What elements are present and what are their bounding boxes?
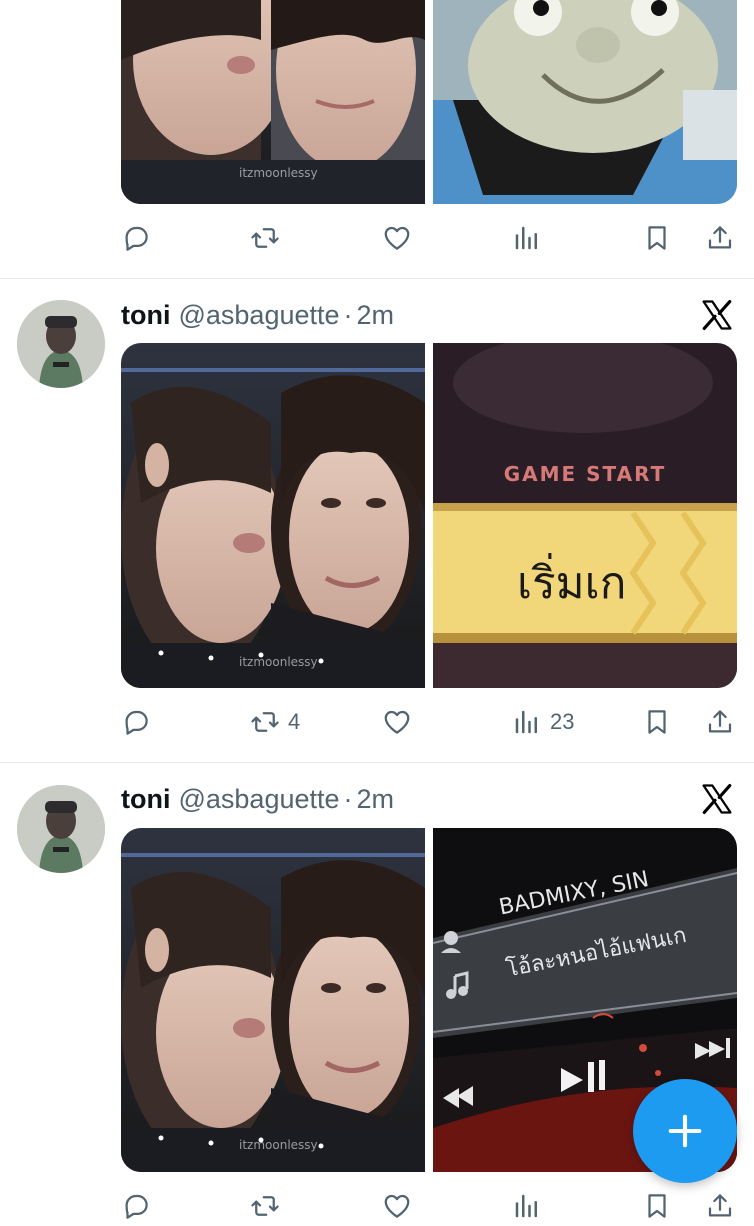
tweet-media[interactable]: itzmoonlessy GAME START เริ่มเก xyxy=(121,343,737,688)
photo-concert-closeup[interactable]: itzmoonlessy xyxy=(121,0,425,204)
retweet-icon xyxy=(250,1191,280,1221)
user-handle[interactable]: @asbaguette xyxy=(178,784,339,815)
x-logo-icon[interactable] xyxy=(700,298,734,332)
views-button[interactable] xyxy=(512,1186,542,1226)
bookmark-icon xyxy=(642,1191,672,1221)
plus-icon xyxy=(668,1114,702,1148)
share-icon xyxy=(705,1191,735,1221)
tweet-actions: 4 23 xyxy=(121,702,737,742)
reply-button[interactable] xyxy=(121,1186,151,1226)
photo-cartoon-train[interactable] xyxy=(433,0,737,204)
retweet-button[interactable] xyxy=(250,1186,280,1226)
share-button[interactable] xyxy=(705,218,735,258)
views-button[interactable] xyxy=(512,218,550,258)
tweet-actions xyxy=(121,218,737,258)
timestamp[interactable]: 2m xyxy=(357,300,395,331)
photo-concert-closeup[interactable]: itzmoonlessy xyxy=(121,343,425,688)
tweet-media[interactable]: itzmoonlessy xyxy=(121,0,737,204)
like-button[interactable] xyxy=(382,702,420,742)
bookmark-button[interactable] xyxy=(642,702,672,742)
retweet-icon xyxy=(250,707,280,737)
tweet-divider xyxy=(0,762,754,763)
reply-icon xyxy=(121,223,151,253)
share-icon xyxy=(705,707,735,737)
retweet-button[interactable]: 4 xyxy=(250,702,300,742)
game-start-thai-text: เริ่มเก xyxy=(517,558,627,609)
game-start-label: GAME START xyxy=(503,462,667,486)
bookmark-icon xyxy=(642,223,672,253)
separator-dot: · xyxy=(343,783,353,814)
views-icon xyxy=(512,707,542,737)
avatar[interactable] xyxy=(17,785,105,873)
heart-icon xyxy=(382,707,412,737)
retweet-button[interactable] xyxy=(250,218,288,258)
reply-button[interactable] xyxy=(121,702,159,742)
views-button[interactable]: 23 xyxy=(512,702,574,742)
bookmark-button[interactable] xyxy=(642,1186,672,1226)
reply-icon xyxy=(121,1191,151,1221)
share-button[interactable] xyxy=(705,702,735,742)
views-count: 23 xyxy=(550,709,575,734)
share-icon xyxy=(705,223,735,253)
retweet-icon xyxy=(250,223,280,253)
views-icon xyxy=(512,223,542,253)
tweet-divider xyxy=(0,278,754,279)
separator-dot: · xyxy=(343,299,353,330)
reply-icon xyxy=(121,707,151,737)
display-name[interactable]: toni xyxy=(121,300,170,331)
tweet-header: toni @asbaguette · 2m xyxy=(121,779,394,819)
photo-concert-closeup[interactable]: itzmoonlessy xyxy=(121,828,425,1172)
tweet-header: toni @asbaguette · 2m xyxy=(121,295,394,335)
tweet-actions xyxy=(121,1186,737,1226)
like-button[interactable] xyxy=(382,1186,412,1226)
compose-button[interactable] xyxy=(633,1079,737,1183)
reply-button[interactable] xyxy=(121,218,159,258)
x-logo-icon[interactable] xyxy=(700,782,734,816)
heart-icon xyxy=(382,1191,412,1221)
bookmark-icon xyxy=(642,707,672,737)
image-watermark: itzmoonlessy xyxy=(239,655,318,669)
like-button[interactable] xyxy=(382,218,420,258)
bookmark-button[interactable] xyxy=(642,218,672,258)
retweet-count: 4 xyxy=(288,709,301,734)
photo-game-start-screen[interactable]: GAME START เริ่มเก xyxy=(433,343,737,688)
avatar[interactable] xyxy=(17,300,105,388)
display-name[interactable]: toni xyxy=(121,784,170,815)
user-handle[interactable]: @asbaguette xyxy=(178,300,339,331)
image-watermark: itzmoonlessy xyxy=(239,166,318,180)
image-watermark: itzmoonlessy xyxy=(239,1138,318,1152)
views-icon xyxy=(512,1191,542,1221)
heart-icon xyxy=(382,223,412,253)
share-button[interactable] xyxy=(705,1186,735,1226)
timestamp[interactable]: 2m xyxy=(357,784,395,815)
